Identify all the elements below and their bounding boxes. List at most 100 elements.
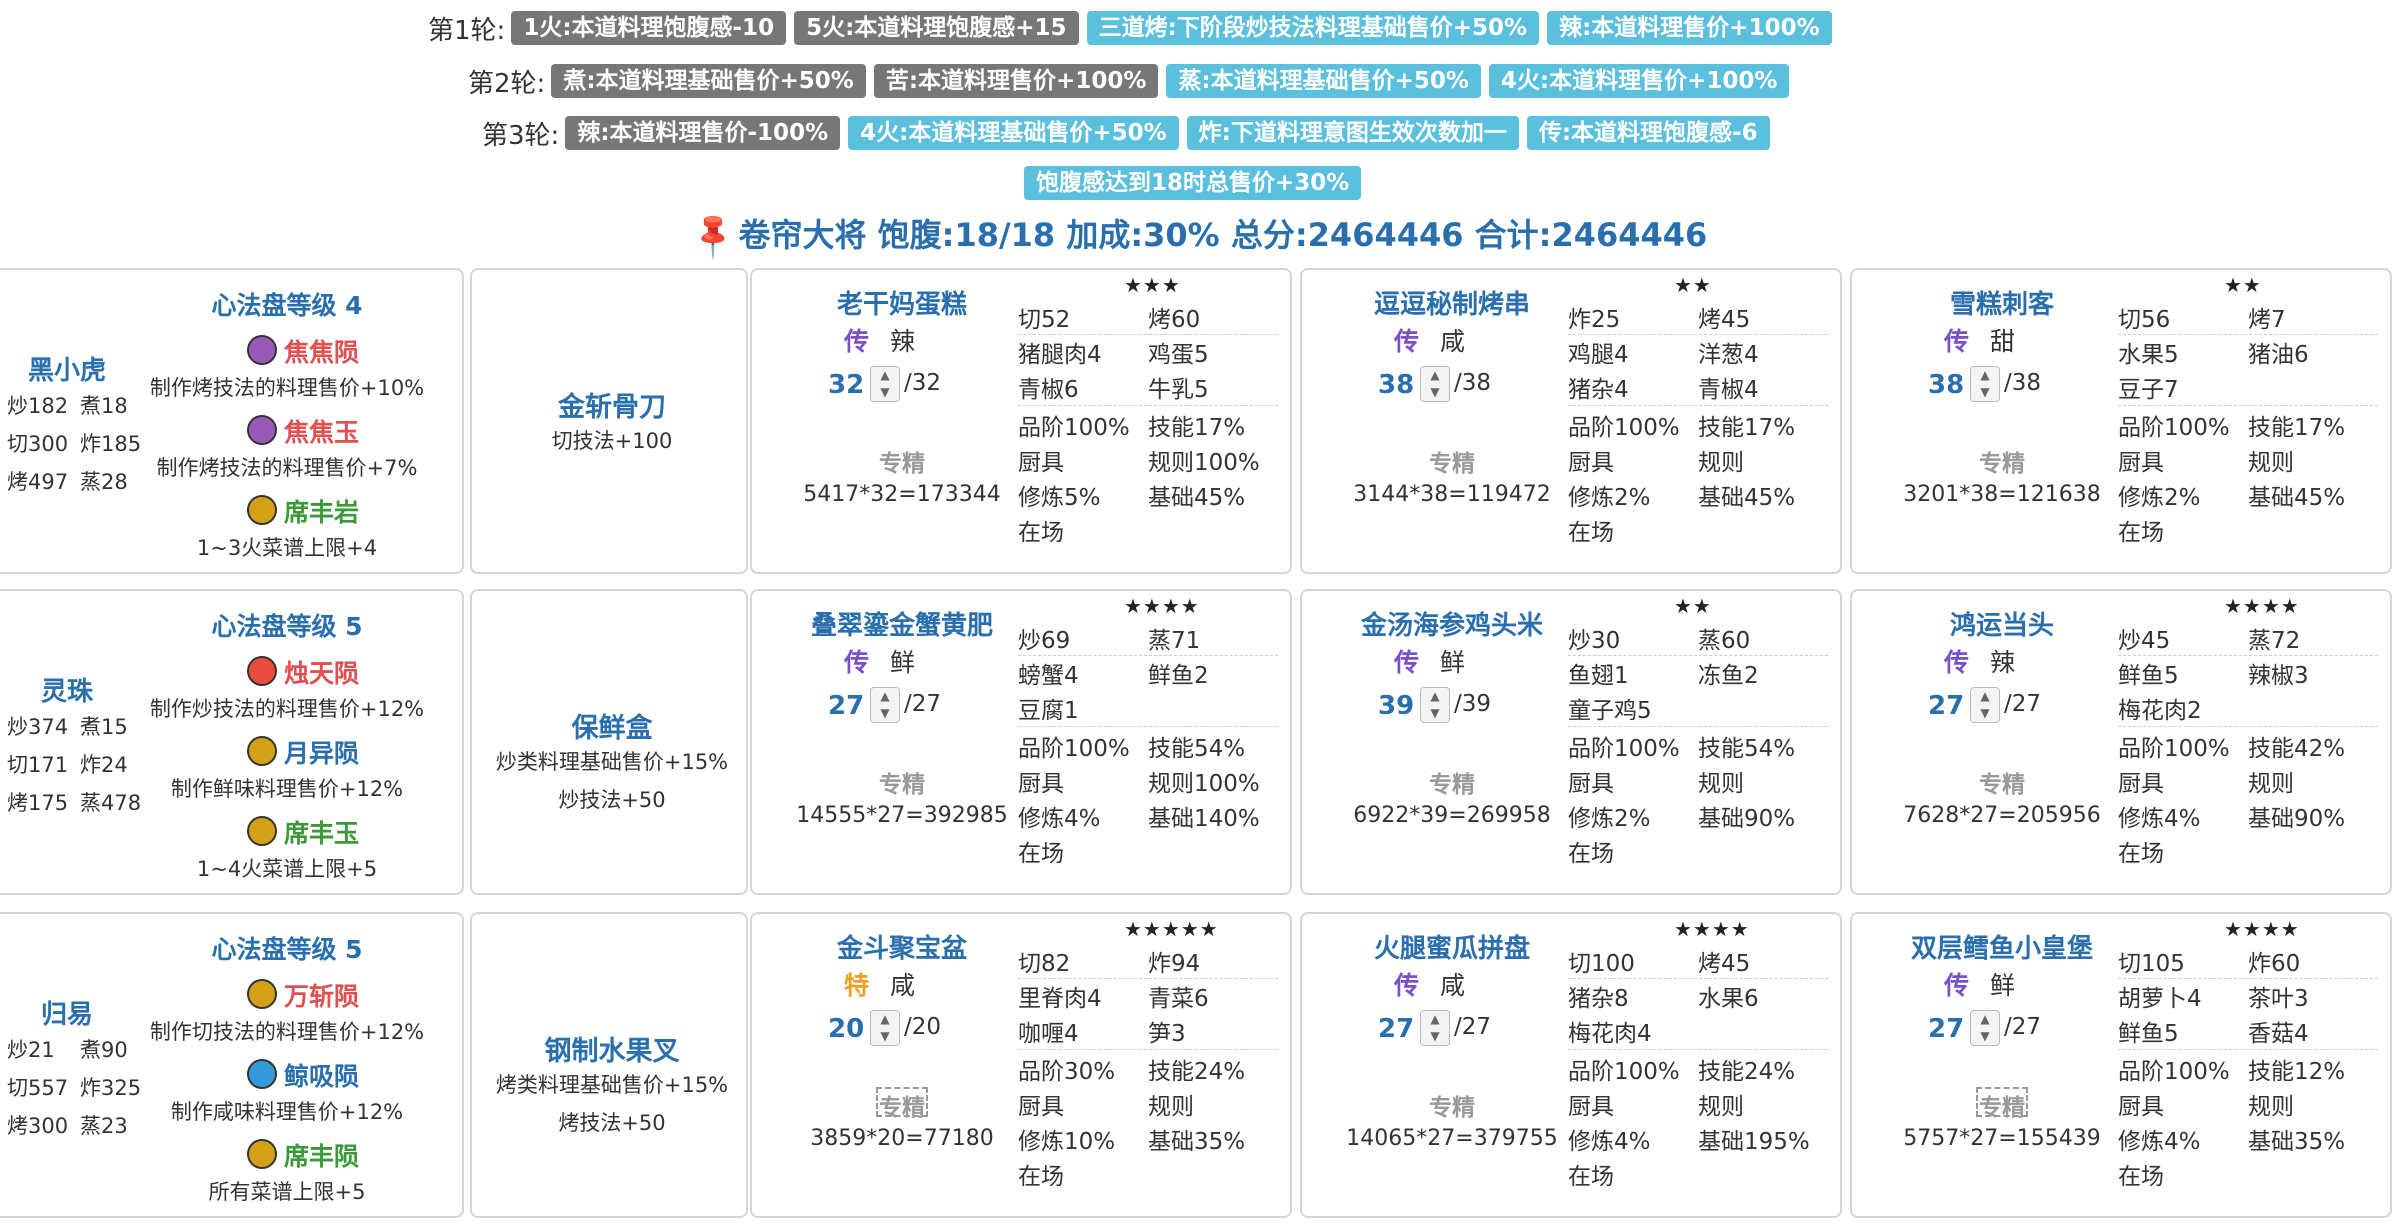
quantity-value[interactable]: 32 [828, 370, 864, 400]
stepper-down-icon[interactable]: ▼ [871, 705, 899, 722]
spec-label[interactable]: 专精 [1852, 444, 2152, 478]
price-factor-cell: 修炼2% [2118, 485, 2201, 511]
stepper-up-icon[interactable]: ▲ [1421, 688, 1449, 705]
stepper-down-icon[interactable]: ▼ [1421, 384, 1449, 401]
ingredient-cell: 水果5 [2118, 342, 2179, 368]
quantity-stepper[interactable]: ▲ ▼ [1420, 687, 1450, 723]
quantity-stepper[interactable]: ▲ ▼ [1420, 366, 1450, 402]
equip-card[interactable]: 保鲜盒 炒类料理基础售价+15% 炒技法+50 [470, 589, 748, 895]
equip-card[interactable]: 金斩骨刀 切技法+100 [470, 268, 748, 574]
quantity-value[interactable]: 38 [1378, 370, 1414, 400]
recipe-card[interactable]: 老干妈蛋糕传辣 32 ▲ ▼/32 专精 5417*32=173344 ★★★ 切52 烤60 猪… [750, 268, 1292, 574]
stepper-up-icon[interactable]: ▲ [1971, 688, 1999, 705]
rarity-badge: 特 [844, 971, 870, 1000]
chef-card[interactable]: 归易 炒21 煮90 切557 炸325 烤300 蒸23 心法盘等级 5 万斩陨 制作切技法的料… [0, 912, 464, 1218]
disk-level: 心法盘等级 5 [211, 612, 363, 641]
stepper-down-icon[interactable]: ▼ [1971, 705, 1999, 722]
stepper-up-icon[interactable]: ▲ [1421, 1011, 1449, 1028]
spec-label[interactable]: 专精 [1852, 765, 2152, 799]
ingredient-cell: 猪杂8 [1568, 986, 1629, 1012]
separator [1018, 655, 1278, 656]
quantity-stepper[interactable]: ▲ ▼ [1970, 687, 2000, 723]
quantity-stepper[interactable]: ▲ ▼ [1970, 1010, 2000, 1046]
chef-card[interactable]: 灵珠 炒374 煮15 切171 炸24 烤175 蒸478 心法盘等级 5 烛天陨 制作炒技法的… [0, 589, 464, 895]
recipe-card[interactable]: 金斗聚宝盆特咸 20 ▲ ▼/20 专精 3859*20=77180 ★★★★★ 切82 炸94… [750, 912, 1292, 1218]
spec-label[interactable]: 专精 [1302, 1088, 1602, 1122]
disk-item-name: 万斩陨 [284, 982, 360, 1011]
spec-label[interactable]: 专精 [752, 1088, 1052, 1122]
stepper-down-icon[interactable]: ▼ [1971, 1028, 1999, 1045]
stepper-down-icon[interactable]: ▼ [1971, 384, 1999, 401]
disk-item-desc: 制作烤技法的料理售价+7% [156, 456, 418, 480]
rule-badge: 苦:本道料理售价+100% [873, 64, 1159, 98]
quantity-stepper[interactable]: ▲ ▼ [870, 1010, 900, 1046]
rule-badge: 5火:本道料理饱腹感+15 [794, 11, 1079, 45]
ingredient-cell: 茶叶3 [2248, 986, 2309, 1012]
recipe-card[interactable]: 双层鳕鱼小皇堡传鲜 27 ▲ ▼/27 专精 5757*27=155439 ★★★★ 切105… [1850, 912, 2392, 1218]
quantity-stepper[interactable]: ▲ ▼ [1420, 1010, 1450, 1046]
recipe-card[interactable]: 叠翠鎏金蟹黄肥传鲜 27 ▲ ▼/27 专精 14555*27=392985 ★★★★ 炒69… [750, 589, 1292, 895]
stepper-up-icon[interactable]: ▲ [871, 688, 899, 705]
equip-card[interactable]: 钢制水果叉 烤类料理基础售价+15% 烤技法+50 [470, 912, 748, 1218]
rule-badge: 炸:下道料理意图生效次数加一 [1186, 116, 1519, 150]
ingredient-cell: 炒30 [1568, 628, 1621, 654]
price-factor-cell: 在场 [1568, 520, 1614, 546]
quantity-value[interactable]: 27 [1928, 1014, 1964, 1044]
stepper-down-icon[interactable]: ▼ [871, 1028, 899, 1045]
price-factor-cell: 基础45% [2248, 485, 2346, 511]
price-factor-cell: 品阶100% [1568, 736, 1680, 762]
stepper-down-icon[interactable]: ▼ [1421, 1028, 1449, 1045]
stepper-up-icon[interactable]: ▲ [1971, 1011, 1999, 1028]
recipe-card[interactable]: 金汤海参鸡头米传鲜 39 ▲ ▼/39 专精 6922*39=269958 ★★ 炒30 蒸60… [1300, 589, 1842, 895]
chef-skill-stat: 煮90 [80, 1038, 128, 1062]
stepper-up-icon[interactable]: ▲ [871, 1011, 899, 1028]
chef-skill-stat: 煮18 [80, 394, 128, 418]
ingredient-cell: 水果6 [1698, 986, 1759, 1012]
recipe-name: 金汤海参鸡头米 [1360, 611, 1543, 641]
star-rating: ★★★★ [2224, 917, 2300, 941]
price-factor-cell: 规则100% [1148, 771, 1260, 797]
stepper-up-icon[interactable]: ▲ [1971, 367, 1999, 384]
star-rating: ★★ [1674, 273, 1712, 297]
recipe-name: 双层鳕鱼小皇堡 [1910, 934, 2093, 964]
recipe-card[interactable]: 雪糕刺客传甜 38 ▲ ▼/38 专精 3201*38=121638 ★★ 切56 烤7 水果5 猪… [1850, 268, 2392, 574]
recipe-card[interactable]: 逗逗秘制烤串传咸 38 ▲ ▼/38 专精 3144*38=119472 ★★ 炸25 烤45 鸡… [1300, 268, 1842, 574]
quantity-max: /27 [904, 691, 942, 717]
stepper-down-icon[interactable]: ▼ [1421, 705, 1449, 722]
spec-label[interactable]: 专精 [1302, 765, 1602, 799]
quantity-value[interactable]: 27 [1378, 1014, 1414, 1044]
price-factor-cell: 规则 [2248, 450, 2294, 476]
quantity-stepper[interactable]: ▲ ▼ [870, 366, 900, 402]
quantity-value[interactable]: 20 [828, 1014, 864, 1044]
chef-card[interactable]: 黑小虎 炒182 煮18 切300 炸185 烤497 蒸28 心法盘等级 4 焦焦陨 制作烤技法… [0, 268, 464, 574]
disk-item-name: 鲸吸陨 [284, 1062, 360, 1091]
quantity-value[interactable]: 27 [828, 691, 864, 721]
recipe-card[interactable]: 火腿蜜瓜拼盘传咸 27 ▲ ▼/27 专精 14065*27=379755 ★★★★ 切100… [1300, 912, 1842, 1218]
round-label: 第3轮: [482, 120, 560, 151]
spec-label[interactable]: 专精 [752, 765, 1052, 799]
rule-badge: 4火:本道料理售价+100% [1488, 64, 1790, 98]
stepper-up-icon[interactable]: ▲ [1421, 367, 1449, 384]
rule-badge: 辣:本道料理售价-100% [565, 116, 841, 150]
stepper-up-icon[interactable]: ▲ [871, 367, 899, 384]
recipe-card[interactable]: 鸿运当头传辣 27 ▲ ▼/27 专精 7628*27=205956 ★★★★ 炒45 蒸72 鲜… [1850, 589, 2392, 895]
quantity-stepper[interactable]: ▲ ▼ [870, 687, 900, 723]
spec-label[interactable]: 专精 [1852, 1088, 2152, 1122]
quantity-max: /20 [904, 1014, 942, 1040]
spec-label[interactable]: 专精 [752, 444, 1052, 478]
price-factor-cell: 修炼4% [2118, 1129, 2201, 1155]
quantity-value[interactable]: 39 [1378, 691, 1414, 721]
stepper-down-icon[interactable]: ▼ [871, 384, 899, 401]
quantity-value[interactable]: 27 [1928, 691, 1964, 721]
price-factor-cell: 在场 [1018, 841, 1064, 867]
pin-icon[interactable]: 📌 [685, 207, 740, 262]
quantity-stepper[interactable]: ▲ ▼ [1970, 366, 2000, 402]
spec-label[interactable]: 专精 [1302, 444, 1602, 478]
rule-badge: 4火:本道料理基础售价+50% [848, 116, 1179, 150]
price-factor-cell: 修炼4% [2118, 806, 2201, 832]
price-factor-cell: 在场 [1568, 1164, 1614, 1190]
price-factor-cell: 厨具 [2118, 771, 2164, 797]
ingredient-cell: 切56 [2118, 307, 2171, 333]
recipe-name: 老干妈蛋糕 [836, 290, 967, 320]
quantity-value[interactable]: 38 [1928, 370, 1964, 400]
